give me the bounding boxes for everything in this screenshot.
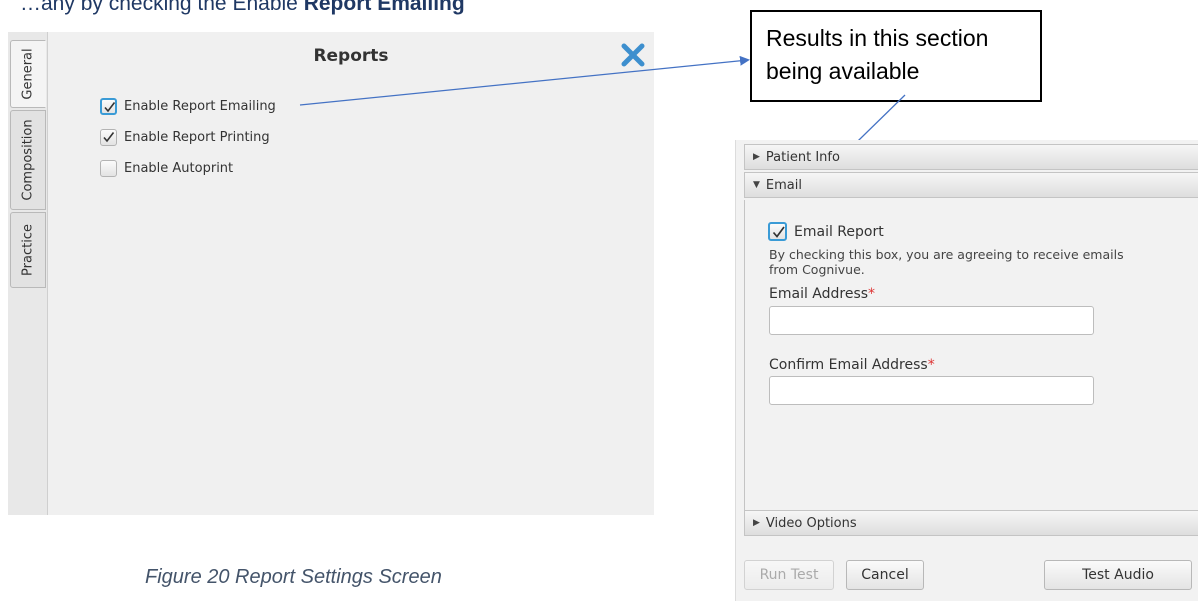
section-email-label: Email (765, 177, 802, 193)
cancel-button[interactable]: Cancel (846, 560, 924, 590)
email-address-input[interactable] (769, 306, 1094, 335)
collapse-arrow-icon: ▼ (753, 180, 760, 190)
email-report-row[interactable]: Email Report (768, 222, 884, 241)
confirm-email-label-text: Confirm Email Address (769, 357, 928, 373)
required-marker: * (927, 357, 935, 373)
section-patient-info-label: Patient Info (765, 149, 840, 165)
email-report-checkbox[interactable] (768, 222, 787, 241)
email-address-label-text: Email Address (769, 286, 869, 302)
email-address-label: Email Address* (769, 286, 875, 302)
expand-arrow-icon: ▶ (753, 152, 760, 162)
section-email[interactable]: ▼ Email (744, 172, 1198, 198)
test-dialog: ▶ Patient Info ▼ Email Email Report By c… (735, 140, 1198, 601)
run-test-button[interactable]: Run Test (744, 560, 834, 590)
test-audio-button[interactable]: Test Audio (1044, 560, 1192, 590)
agreement-text: By checking this box, you are agreeing t… (769, 247, 1124, 277)
section-video-options-label: Video Options (765, 515, 857, 531)
email-report-label: Email Report (794, 223, 884, 240)
arrow-to-callout (299, 55, 750, 106)
confirm-email-input[interactable] (769, 376, 1094, 405)
section-video-options[interactable]: ▶ Video Options (744, 510, 1198, 536)
confirm-email-label: Confirm Email Address* (769, 357, 935, 373)
section-patient-info[interactable]: ▶ Patient Info (744, 144, 1198, 170)
expand-arrow-icon: ▶ (753, 518, 760, 528)
required-marker: * (868, 286, 876, 302)
